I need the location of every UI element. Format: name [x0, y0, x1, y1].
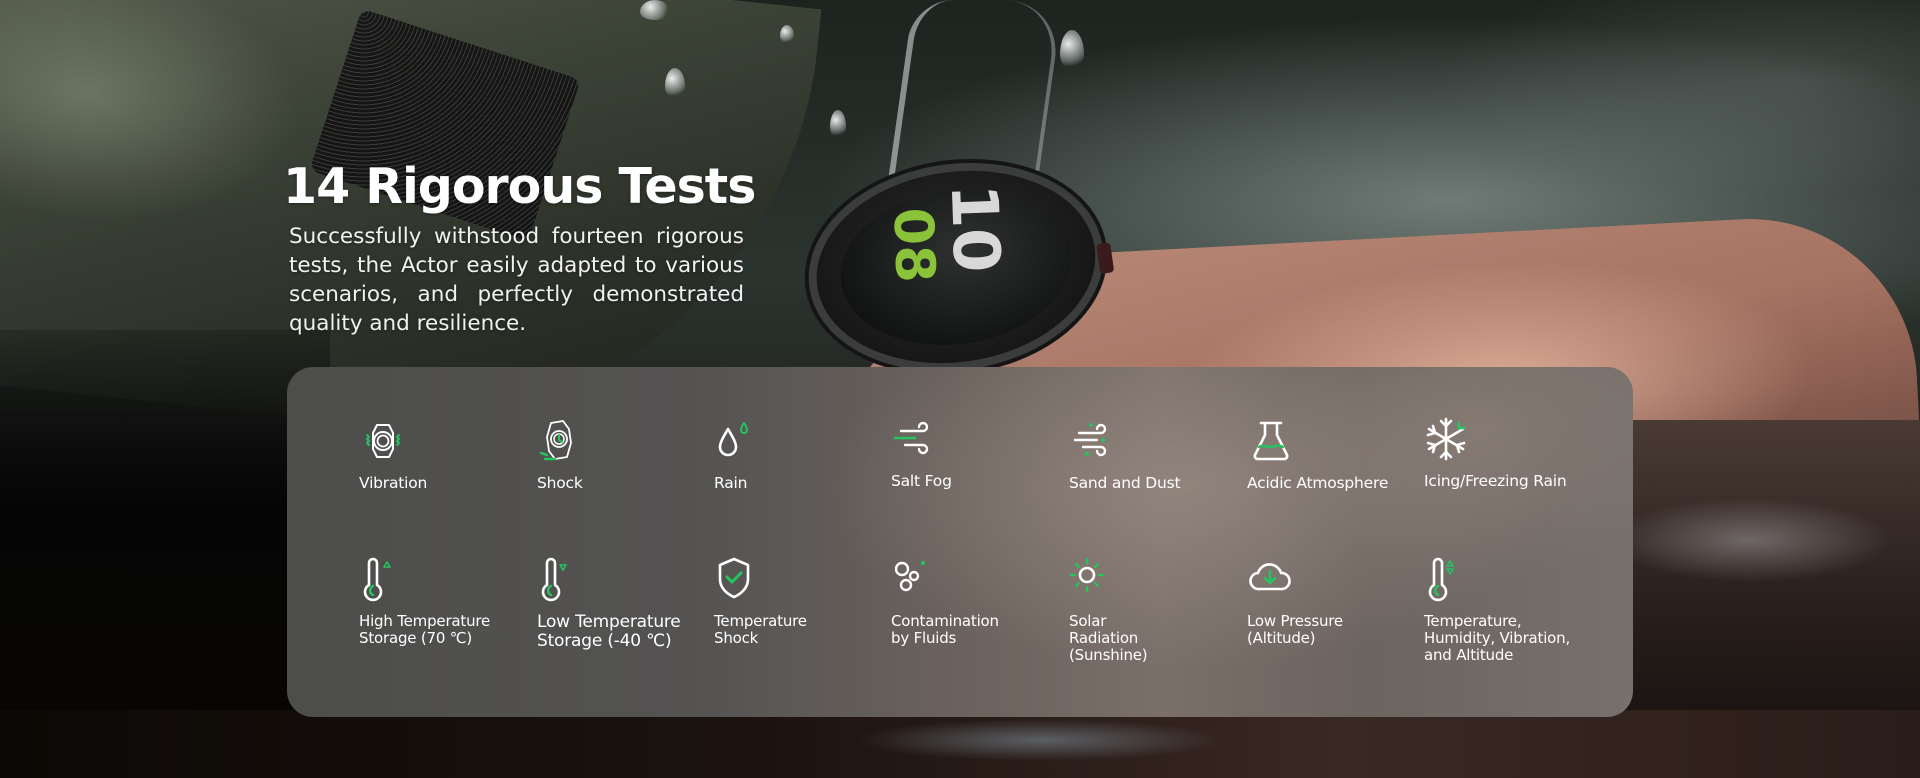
bubbles-icon	[894, 561, 925, 592]
test-item-salt-fog: Salt Fog	[891, 415, 1061, 490]
test-label: Shock	[537, 474, 583, 492]
test-label: Salt Fog	[891, 472, 952, 490]
test-label: Sand and Dust	[1069, 474, 1181, 492]
dropped-watch-icon	[539, 420, 572, 461]
test-item-high-temperature: High Temperature Storage (70 ℃)	[359, 555, 529, 647]
test-label: Low Temperature Storage (-40 ℃)	[537, 612, 681, 651]
test-item-contamination-fluids: Contamination by Fluids	[891, 555, 1061, 647]
background-water-bottom	[0, 710, 1920, 778]
test-item-acidic-atmosphere: Acidic Atmosphere	[1247, 417, 1417, 492]
water-drop	[780, 25, 794, 43]
test-label: Solar Radiation (Sunshine)	[1069, 612, 1148, 664]
test-label: High Temperature Storage (70 ℃)	[359, 612, 491, 647]
shield-check-icon	[718, 557, 750, 599]
snowflake-icon	[1426, 417, 1466, 461]
test-label: Icing/Freezing Rain	[1424, 472, 1567, 490]
thermometer-updown-icon	[1428, 557, 1454, 602]
thermometer-down-icon	[541, 557, 567, 602]
test-item-solar-radiation: Solar Radiation (Sunshine)	[1069, 555, 1239, 664]
test-label: Vibration	[359, 474, 428, 492]
test-label: Temperature Shock	[714, 612, 807, 647]
wind-dust-icon	[1073, 423, 1107, 457]
test-item-temperature-shock: Temperature Shock	[714, 555, 884, 647]
tests-card: Vibration Shock Rain Salt Fog Sand and D…	[287, 367, 1633, 717]
water-drop	[830, 110, 846, 138]
smartwatch: 08 10	[804, 153, 1115, 381]
test-label: Temperature, Humidity, Vibration, and Al…	[1424, 612, 1571, 664]
test-item-vibration: Vibration	[359, 417, 529, 492]
wind-icon	[893, 421, 929, 455]
test-label: Rain	[714, 474, 748, 492]
test-item-shock: Shock	[537, 417, 707, 492]
vibrating-watch-icon	[366, 424, 400, 458]
water-drop	[1060, 30, 1084, 70]
test-item-sand-dust: Sand and Dust	[1069, 417, 1239, 492]
test-item-icing-freezing-rain: Icing/Freezing Rain	[1424, 415, 1594, 490]
test-item-low-pressure: Low Pressure (Altitude)	[1247, 555, 1417, 647]
water-drop	[640, 0, 670, 20]
test-item-low-temperature: Low Temperature Storage (-40 ℃)	[537, 555, 707, 651]
test-label: Low Pressure (Altitude)	[1247, 612, 1343, 647]
watch-minute: 10	[935, 182, 1013, 274]
page-description: Successfully withstood fourteen rigorous…	[289, 224, 744, 336]
thermometer-up-icon	[363, 557, 391, 602]
flask-icon	[1253, 421, 1289, 461]
test-item-combined-environment: Temperature, Humidity, Vibration, and Al…	[1424, 555, 1594, 664]
water-drop	[665, 68, 685, 98]
page-title: 14 Rigorous Tests	[283, 158, 756, 215]
test-item-rain: Rain	[714, 417, 884, 492]
cloud-down-icon	[1249, 563, 1291, 591]
water-drop-icon	[718, 422, 748, 457]
sun-icon	[1069, 557, 1105, 593]
test-label: Acidic Atmosphere	[1247, 474, 1389, 492]
test-label: Contamination by Fluids	[891, 612, 999, 647]
